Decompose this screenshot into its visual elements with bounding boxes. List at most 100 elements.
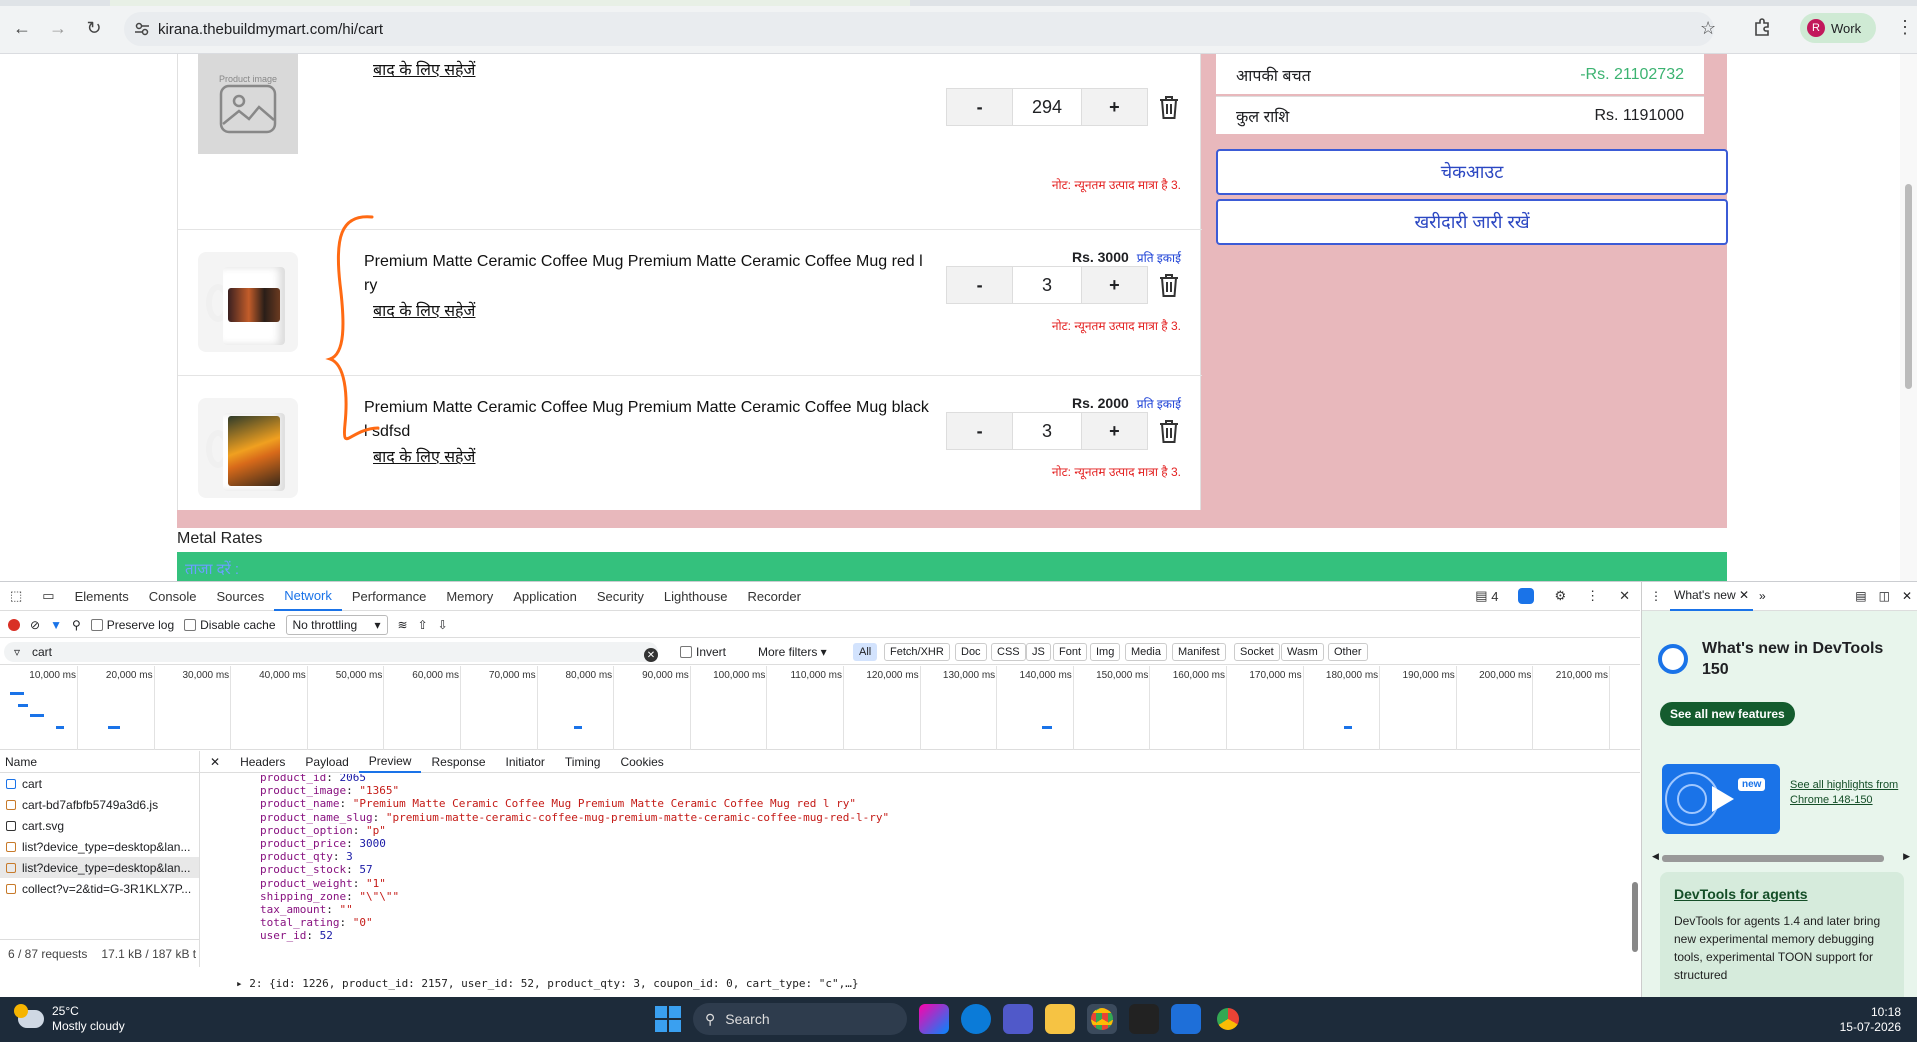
more-filters-dropdown[interactable]: More filters ▾ bbox=[758, 645, 827, 659]
tab-recorder[interactable]: Recorder bbox=[737, 582, 810, 611]
request-row[interactable]: list?device_type=desktop&lan... bbox=[0, 836, 199, 857]
site-settings-icon[interactable] bbox=[134, 21, 150, 37]
highlights-link[interactable]: See all highlights from Chrome 148-150 bbox=[1790, 778, 1908, 808]
reload-icon[interactable]: ↻ bbox=[82, 16, 106, 40]
agents-title-link[interactable]: DevTools for agents bbox=[1674, 886, 1890, 902]
filter-wasm[interactable]: Wasm bbox=[1281, 643, 1324, 661]
clear-icon[interactable]: ⊘ bbox=[30, 618, 40, 632]
preserve-log-checkbox[interactable]: Preserve log bbox=[90, 618, 174, 632]
drawer-menu-icon[interactable]: ⋮ bbox=[1642, 589, 1670, 603]
tab-security[interactable]: Security bbox=[587, 582, 654, 611]
filter-fetch-xhr[interactable]: Fetch/XHR bbox=[884, 643, 950, 661]
carousel-prev-icon[interactable]: ◀ bbox=[1652, 851, 1659, 862]
invert-checkbox[interactable]: Invert bbox=[680, 645, 726, 659]
tab-network[interactable]: Network bbox=[274, 582, 342, 611]
clear-filter-icon[interactable]: ✕ bbox=[644, 648, 658, 662]
timeline-tick: 60,000 ms bbox=[412, 666, 461, 750]
collapsed-array-item[interactable]: ▸ 2: {id: 1226, product_id: 2157, user_i… bbox=[236, 976, 859, 992]
tab-preview[interactable]: Preview bbox=[358, 751, 422, 773]
notepad-app-icon[interactable] bbox=[1171, 1004, 1201, 1034]
request-row[interactable]: cart bbox=[0, 773, 199, 794]
json-preview[interactable]: product_id: 2065 product_image: "1365" pro… bbox=[200, 774, 1640, 998]
name-column-header[interactable]: Name bbox=[0, 751, 199, 773]
extensions-icon[interactable] bbox=[1752, 17, 1772, 37]
tab-elements[interactable]: Elements bbox=[65, 582, 139, 611]
filter-css[interactable]: CSS bbox=[991, 643, 1026, 661]
filter-all[interactable]: All bbox=[853, 643, 878, 661]
request-row[interactable]: cart.svg bbox=[0, 815, 199, 836]
copilot-app-icon[interactable] bbox=[919, 1004, 949, 1034]
filter-media[interactable]: Media bbox=[1125, 643, 1167, 661]
tab-strip[interactable] bbox=[0, 0, 1917, 6]
search-icon[interactable]: ⚲ bbox=[72, 618, 81, 632]
windows-start-icon[interactable] bbox=[655, 1006, 681, 1032]
profile-button[interactable]: R Work bbox=[1800, 13, 1876, 43]
tab-console[interactable]: Console bbox=[139, 582, 207, 611]
close-detail-icon[interactable]: ✕ bbox=[200, 751, 230, 773]
more-options-icon[interactable]: ⋮ bbox=[1576, 582, 1609, 611]
filter-icon[interactable]: ▼ bbox=[50, 618, 62, 632]
filter-socket[interactable]: Socket bbox=[1234, 643, 1280, 661]
more-tabs-icon[interactable]: » bbox=[1753, 589, 1772, 603]
highlights-video-thumbnail[interactable] bbox=[1662, 764, 1780, 834]
tab-payload[interactable]: Payload bbox=[295, 751, 358, 773]
dock-side-icon[interactable]: ◫ bbox=[1873, 589, 1896, 603]
taskbar-search-box[interactable]: ⚲ Search bbox=[693, 1003, 907, 1035]
tab-sources[interactable]: Sources bbox=[207, 582, 275, 611]
export-har-icon[interactable]: ⇩ bbox=[438, 618, 448, 632]
request-row[interactable]: collect?v=2&tid=G-3R1KLX7P... bbox=[0, 878, 199, 899]
tab-memory[interactable]: Memory bbox=[436, 582, 503, 611]
filter-img[interactable]: Img bbox=[1090, 643, 1121, 661]
tab-performance[interactable]: Performance bbox=[342, 582, 436, 611]
tab-headers[interactable]: Headers bbox=[230, 751, 295, 773]
browser-menu-icon[interactable]: ⋮ bbox=[1896, 17, 1914, 38]
forward-icon[interactable]: → bbox=[46, 16, 70, 40]
filter-doc[interactable]: Doc bbox=[955, 643, 987, 661]
carousel-next-icon[interactable]: ▶ bbox=[1903, 851, 1910, 862]
teams-app-icon[interactable] bbox=[1003, 1004, 1033, 1034]
see-all-features-button[interactable]: See all new features bbox=[1660, 702, 1795, 726]
system-clock[interactable]: 10:18 15-07-2026 bbox=[1840, 1005, 1901, 1035]
carousel-scrollbar[interactable]: ◀ ▶ bbox=[1652, 851, 1910, 862]
address-bar[interactable]: kirana.thebuildmymart.com/hi/cart bbox=[124, 12, 1714, 46]
filter-input[interactable]: ▿ cart ✕ bbox=[4, 642, 658, 662]
filter-js[interactable]: JS bbox=[1026, 643, 1051, 661]
chrome-app-icon[interactable] bbox=[1087, 1004, 1117, 1034]
file-explorer-icon[interactable] bbox=[1045, 1004, 1075, 1034]
request-row[interactable]: cart-bd7afbfb5749a3d6.js bbox=[0, 794, 199, 815]
filter-manifest[interactable]: Manifest bbox=[1172, 643, 1226, 661]
import-har-icon[interactable]: ⇧ bbox=[418, 618, 428, 632]
throttling-select[interactable]: No throttling ▾ bbox=[285, 614, 388, 635]
tab-cookies[interactable]: Cookies bbox=[610, 751, 673, 773]
filter-other[interactable]: Other bbox=[1328, 643, 1368, 661]
tab-lighthouse[interactable]: Lighthouse bbox=[654, 582, 738, 611]
device-toggle-icon[interactable]: ▭ bbox=[32, 582, 64, 611]
url-text[interactable]: kirana.thebuildmymart.com/hi/cart bbox=[158, 21, 383, 38]
chrome-profile-app-icon[interactable] bbox=[1213, 1004, 1243, 1034]
tab-whats-new[interactable]: What's new ✕ bbox=[1670, 582, 1754, 611]
record-icon[interactable] bbox=[8, 618, 20, 631]
ai-assistant-icon[interactable] bbox=[1508, 582, 1544, 611]
tab-initiator[interactable]: Initiator bbox=[496, 751, 555, 773]
preview-scrollbar[interactable] bbox=[1630, 774, 1640, 998]
terminal-app-icon[interactable] bbox=[1129, 1004, 1159, 1034]
inspect-icon[interactable]: ⬚ bbox=[0, 582, 32, 611]
tab-application[interactable]: Application bbox=[503, 582, 587, 611]
issues-badge[interactable]: ▤ 4 bbox=[1465, 582, 1508, 611]
network-timeline[interactable]: 10,000 ms 20,000 ms 30,000 ms 40,000 ms 50,0… bbox=[0, 666, 1640, 750]
edge-app-icon[interactable] bbox=[961, 1004, 991, 1034]
bookmark-star-icon[interactable]: ☆ bbox=[1700, 18, 1716, 39]
weather-widget[interactable]: 25°C Mostly cloudy bbox=[14, 1004, 125, 1034]
network-conditions-icon[interactable]: ≋ bbox=[398, 618, 408, 632]
back-icon[interactable]: ← bbox=[10, 16, 34, 40]
settings-gear-icon[interactable]: ⚙ bbox=[1544, 582, 1576, 611]
disable-cache-checkbox[interactable]: Disable cache bbox=[184, 618, 276, 632]
close-devtools-icon[interactable]: ✕ bbox=[1609, 582, 1640, 611]
filter-font[interactable]: Font bbox=[1053, 643, 1088, 661]
request-row-selected[interactable]: list?device_type=desktop&lan... bbox=[0, 857, 199, 878]
tab-timing[interactable]: Timing bbox=[555, 751, 611, 773]
page-scrollbar[interactable] bbox=[1900, 54, 1917, 581]
close-drawer-icon[interactable]: ✕ bbox=[1896, 589, 1917, 603]
tab-response[interactable]: Response bbox=[421, 751, 495, 773]
dock-bottom-icon[interactable]: ▤ bbox=[1849, 589, 1872, 603]
